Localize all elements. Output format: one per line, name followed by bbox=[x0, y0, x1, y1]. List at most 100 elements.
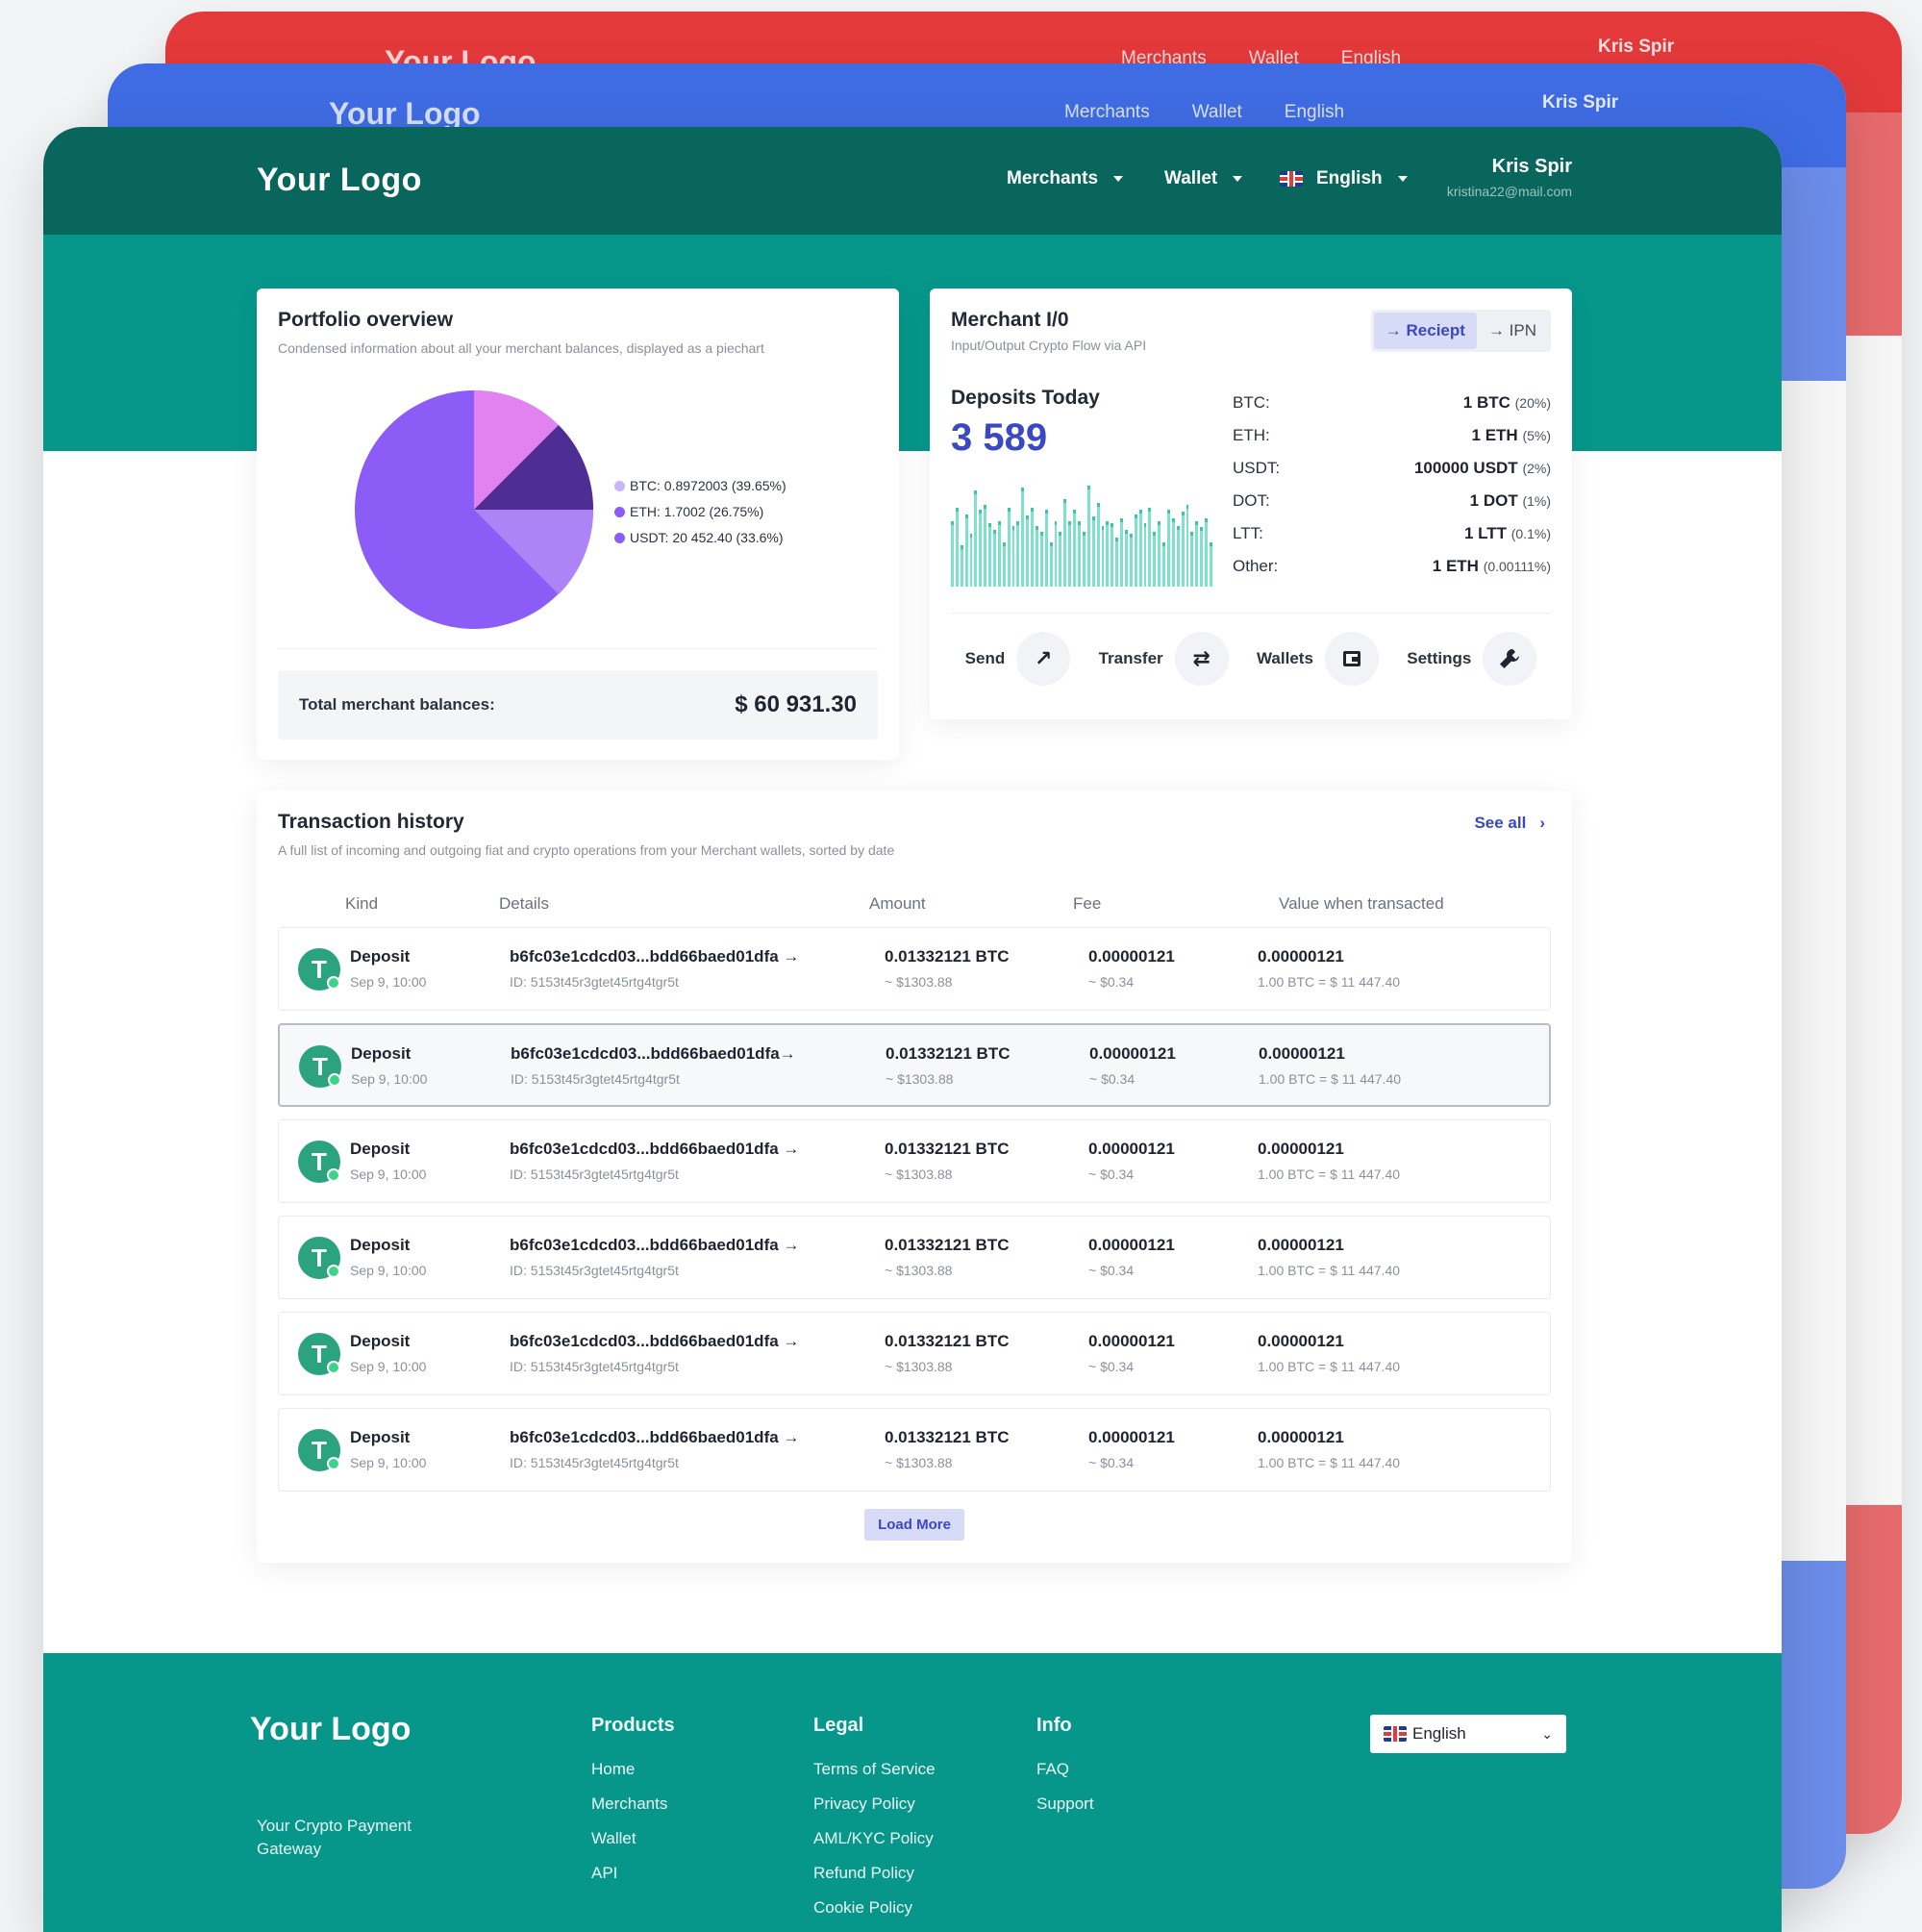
table-row[interactable]: T Deposit Sep 9, 10:00 b6fc03e1cdcd03...bdd… bbox=[278, 927, 1551, 1011]
logo[interactable]: Your Logo bbox=[257, 162, 422, 199]
tx-id: ID: 5153t45r3gtet45rtg4tgr5t bbox=[510, 1167, 679, 1182]
table-row[interactable]: T Deposit Sep 9, 10:00 b6fc03e1cdcd03...bdd… bbox=[278, 1023, 1551, 1107]
legend-item-usdt: USDT: 20 452.40 (33.6%) bbox=[614, 525, 786, 551]
total-balance-value: $ 60 931.30 bbox=[735, 691, 857, 717]
tx-hash-link[interactable]: b6fc03e1cdcd03...bdd66baed01dfa → bbox=[510, 1332, 799, 1351]
tab-receipt[interactable]: → Reciept bbox=[1373, 313, 1477, 349]
transfer-label: Transfer bbox=[1098, 649, 1163, 667]
kind-label: Deposit bbox=[350, 1140, 411, 1158]
portfolio-title: Portfolio overview bbox=[278, 309, 454, 331]
footer-link-privacy[interactable]: Privacy Policy bbox=[813, 1794, 936, 1814]
amount-value: 0.01332121 BTC bbox=[885, 1332, 1010, 1350]
fee-cell: 0.00000121 ~ $0.34 bbox=[1088, 1236, 1175, 1278]
coin-glyph: T bbox=[312, 954, 327, 984]
tx-hash-link[interactable]: b6fc03e1cdcd03...bdd66baed01dfa → bbox=[510, 947, 799, 966]
user-name: Kris Spir bbox=[1491, 156, 1572, 177]
footer-link-wallet[interactable]: Wallet bbox=[591, 1829, 675, 1848]
deposit-bar bbox=[993, 529, 996, 587]
currency-row: Other: 1 ETH (0.00111%) bbox=[1233, 550, 1551, 583]
value-rate: 1.00 BTC = $ 11 447.40 bbox=[1258, 1455, 1401, 1470]
table-row[interactable]: T Deposit Sep 9, 10:00 b6fc03e1cdcd03...bdd… bbox=[278, 1216, 1551, 1299]
tether-coin-icon: T bbox=[298, 1333, 340, 1375]
footer-link-home[interactable]: Home bbox=[591, 1760, 675, 1779]
deposit-bar bbox=[1049, 542, 1053, 587]
value-rate: 1.00 BTC = $ 11 447.40 bbox=[1258, 1359, 1401, 1374]
footer-info: Info FAQ Support bbox=[1036, 1715, 1094, 1829]
transactions-title: Transaction history bbox=[278, 811, 464, 833]
swap-arrows-icon: ⇄ bbox=[1174, 632, 1229, 686]
deposit-bar bbox=[1120, 518, 1123, 587]
footer-link-faq[interactable]: FAQ bbox=[1036, 1760, 1094, 1779]
table-row[interactable]: T Deposit Sep 9, 10:00 b6fc03e1cdcd03...bdd… bbox=[278, 1312, 1551, 1395]
value-cell: 0.00000121 1.00 BTC = $ 11 447.40 bbox=[1258, 1236, 1400, 1278]
chevron-down-icon bbox=[1233, 176, 1243, 182]
arrow-up-right-icon: ↗ bbox=[1016, 632, 1071, 686]
value-cell: 0.00000121 1.00 BTC = $ 11 447.40 bbox=[1258, 947, 1400, 990]
footer-products-title: Products bbox=[591, 1715, 675, 1736]
nav-language-label: English bbox=[1316, 168, 1383, 188]
currency-value: 1 ETH bbox=[1471, 426, 1518, 444]
tx-hash-link[interactable]: b6fc03e1cdcd03...bdd66baed01dfa → bbox=[510, 1236, 799, 1255]
user-menu[interactable]: Kris Spir kristina22@mail.com bbox=[1447, 156, 1572, 199]
table-row[interactable]: T Deposit Sep 9, 10:00 b6fc03e1cdcd03...bdd… bbox=[278, 1408, 1551, 1492]
top-navbar: Your Logo Merchants Wallet English Kris … bbox=[43, 127, 1782, 235]
deposit-bar bbox=[1101, 526, 1105, 587]
fee-value: 0.00000121 bbox=[1088, 1332, 1175, 1350]
footer-logo[interactable]: Your Logo bbox=[250, 1711, 411, 1748]
deposit-bar bbox=[1078, 520, 1081, 587]
fee-cell: 0.00000121 ~ $0.34 bbox=[1088, 947, 1175, 990]
value-cell: 0.00000121 1.00 BTC = $ 11 447.40 bbox=[1259, 1044, 1401, 1087]
footer-link-cookie[interactable]: Cookie Policy bbox=[813, 1898, 936, 1918]
currency-value: 100000 USDT bbox=[1413, 459, 1518, 477]
table-row[interactable]: T Deposit Sep 9, 10:00 b6fc03e1cdcd03...bdd… bbox=[278, 1119, 1551, 1203]
deposit-bar bbox=[1016, 520, 1020, 587]
value-amount: 0.00000121 bbox=[1258, 1140, 1344, 1158]
currency-value: 1 DOT bbox=[1469, 491, 1518, 510]
tx-id: ID: 5153t45r3gtet45rtg4tgr5t bbox=[510, 974, 679, 990]
load-more-button[interactable]: Load More bbox=[864, 1509, 964, 1541]
deposit-bar bbox=[1186, 504, 1189, 587]
currency-value: 1 ETH bbox=[1432, 557, 1479, 575]
tab-ipn[interactable]: → IPN bbox=[1477, 313, 1548, 349]
divider bbox=[278, 648, 878, 649]
deposit-bar bbox=[964, 514, 968, 587]
send-button[interactable]: Send ↗ bbox=[965, 632, 1071, 686]
footer-link-terms[interactable]: Terms of Service bbox=[813, 1760, 936, 1779]
currency-row: USDT: 100000 USDT (2%) bbox=[1233, 452, 1551, 485]
tx-hash-link[interactable]: b6fc03e1cdcd03...bdd66baed01dfa→ bbox=[511, 1044, 796, 1064]
fee-value: 0.00000121 bbox=[1088, 1236, 1175, 1254]
amount-value: 0.01332121 BTC bbox=[885, 1428, 1010, 1446]
deposit-bar bbox=[1007, 507, 1011, 587]
fee-usd: ~ $0.34 bbox=[1088, 1167, 1135, 1182]
deposit-bar bbox=[951, 520, 954, 587]
footer-link-merchants[interactable]: Merchants bbox=[591, 1794, 675, 1814]
deposit-bar bbox=[1073, 510, 1077, 587]
nav-wallet[interactable]: Wallet bbox=[1164, 168, 1243, 189]
footer-link-refund[interactable]: Refund Policy bbox=[813, 1864, 936, 1883]
wallets-button[interactable]: Wallets bbox=[1257, 632, 1379, 686]
value-cell: 0.00000121 1.00 BTC = $ 11 447.40 bbox=[1258, 1428, 1400, 1470]
transfer-button[interactable]: Transfer ⇄ bbox=[1099, 632, 1229, 686]
settings-button[interactable]: Settings bbox=[1407, 632, 1537, 686]
tx-hash-link[interactable]: b6fc03e1cdcd03...bdd66baed01dfa → bbox=[510, 1428, 799, 1447]
deposit-bar bbox=[1134, 514, 1137, 587]
nav-language[interactable]: English bbox=[1280, 168, 1408, 189]
footer-link-aml-kyc[interactable]: AML/KYC Policy bbox=[813, 1829, 936, 1848]
tether-coin-icon: T bbox=[298, 1237, 340, 1279]
footer-link-api[interactable]: API bbox=[591, 1864, 675, 1883]
nav-merchants[interactable]: Merchants bbox=[1007, 168, 1124, 189]
tx-hash-link[interactable]: b6fc03e1cdcd03...bdd66baed01dfa → bbox=[510, 1140, 799, 1159]
currency-row: ETH: 1 ETH (5%) bbox=[1233, 419, 1551, 452]
deposit-bar bbox=[969, 534, 973, 587]
deposit-bar bbox=[955, 507, 959, 587]
deposit-bar bbox=[1054, 520, 1058, 587]
fee-value: 0.00000121 bbox=[1088, 1140, 1175, 1158]
legend-dot bbox=[614, 507, 625, 517]
see-all-link[interactable]: See all › bbox=[1474, 814, 1545, 833]
ghost-user: Kris Spir bbox=[1542, 92, 1619, 113]
deposit-bar bbox=[1063, 498, 1067, 587]
coin-glyph: T bbox=[312, 1435, 327, 1465]
currency-percent: (20%) bbox=[1514, 395, 1551, 411]
footer-language-select[interactable]: English ⌄ bbox=[1370, 1715, 1566, 1753]
footer-link-support[interactable]: Support bbox=[1036, 1794, 1094, 1814]
